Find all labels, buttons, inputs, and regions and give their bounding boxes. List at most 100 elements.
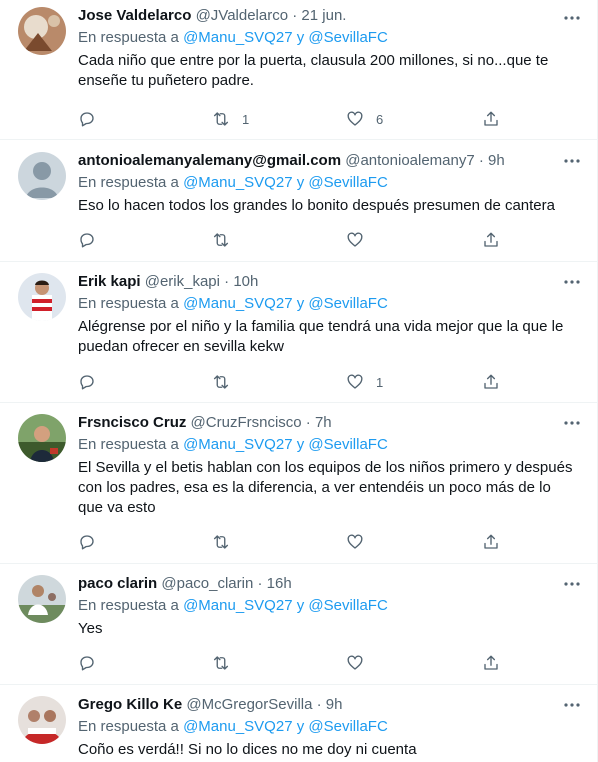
more-options-button[interactable]: [560, 6, 584, 30]
mention-link[interactable]: @SevillaFC: [308, 597, 387, 614]
author-handle[interactable]: @JValdelarco: [196, 7, 289, 24]
author-name[interactable]: Grego Killo Ke: [78, 696, 182, 713]
tweet-actions: [68, 229, 508, 251]
author-name[interactable]: Jose Valdelarco: [78, 7, 191, 24]
share-icon: [484, 111, 498, 126]
like-button[interactable]: [346, 531, 376, 553]
retweet-icon: [213, 233, 229, 247]
author-name[interactable]: Frsncisco Cruz: [78, 414, 186, 431]
separator-dot: ·: [257, 575, 263, 592]
tweet-time[interactable]: 9h: [326, 696, 343, 713]
mention-link[interactable]: @SevillaFC: [308, 295, 387, 312]
reply-context: En respuesta a @Manu_SVQ27 y @SevillaFC: [78, 435, 576, 455]
mention-link[interactable]: @Manu_SVQ27: [183, 597, 292, 614]
author-name[interactable]: Erik kapi: [78, 273, 141, 290]
author-name[interactable]: paco clarin: [78, 575, 157, 592]
avatar[interactable]: [18, 575, 66, 623]
avatar[interactable]: [18, 696, 66, 744]
mention-link[interactable]: @Manu_SVQ27: [183, 174, 292, 191]
reply-context: En respuesta a @Manu_SVQ27 y @SevillaFC: [78, 173, 576, 193]
share-button[interactable]: [482, 108, 500, 130]
tweet-content: Erik kapi @erik_kapi · 10h En respuesta …: [78, 272, 576, 357]
like-button[interactable]: [346, 229, 376, 251]
retweet-icon: [213, 535, 229, 549]
retweet-button[interactable]: [212, 371, 242, 393]
tweet[interactable]: Grego Killo Ke @McGregorSevilla · 9h En …: [0, 685, 597, 762]
retweet-count: 1: [242, 111, 250, 127]
mention-link[interactable]: @Manu_SVQ27: [183, 436, 292, 453]
mention-link[interactable]: @SevillaFC: [308, 174, 387, 191]
more-options-button[interactable]: [560, 270, 584, 294]
author-handle[interactable]: @McGregorSevilla: [186, 696, 312, 713]
reply-icon: [80, 233, 94, 248]
reply-context: En respuesta a @Manu_SVQ27 y @SevillaFC: [78, 28, 576, 48]
tweet[interactable]: antonioalemanyalemany@gmail.com @antonio…: [0, 141, 597, 262]
mention-link[interactable]: @SevillaFC: [308, 718, 387, 735]
tweet[interactable]: Erik kapi @erik_kapi · 10h En respuesta …: [0, 262, 597, 403]
retweet-button[interactable]: [212, 229, 242, 251]
share-icon: [484, 232, 498, 247]
retweet-icon: [213, 112, 229, 126]
reply-button[interactable]: [78, 371, 108, 393]
more-options-button[interactable]: [560, 149, 584, 173]
retweet-button[interactable]: [212, 531, 242, 553]
tweet-time[interactable]: 21 jun.: [301, 7, 346, 24]
more-options-button[interactable]: [560, 572, 584, 596]
share-button[interactable]: [482, 229, 500, 251]
mention-link[interactable]: @Manu_SVQ27: [183, 295, 292, 312]
photo-avatar-icon: [18, 696, 66, 744]
reply-icon: [80, 656, 94, 671]
tweet-text: Coño es verdá!! Si no lo dices no me doy…: [78, 741, 417, 758]
mention-conjunction: y: [296, 295, 305, 312]
reply-button[interactable]: [78, 229, 108, 251]
author-name[interactable]: antonioalemanyalemany@gmail.com: [78, 152, 341, 169]
separator-dot: ·: [224, 273, 230, 290]
heart-icon: [347, 374, 363, 389]
avatar[interactable]: [18, 7, 66, 55]
more-options-button[interactable]: [560, 693, 584, 717]
author-handle[interactable]: @paco_clarin: [161, 575, 253, 592]
mention-link[interactable]: @Manu_SVQ27: [183, 718, 292, 735]
retweet-button[interactable]: [212, 652, 242, 674]
tweet-time[interactable]: 10h: [233, 273, 258, 290]
reply-icon: [80, 535, 94, 550]
avatar[interactable]: [18, 152, 66, 200]
share-button[interactable]: [482, 531, 500, 553]
like-button[interactable]: [346, 652, 376, 674]
share-button[interactable]: [482, 371, 500, 393]
tweet-header: antonioalemanyalemany@gmail.com @antonio…: [78, 151, 576, 171]
reply-button[interactable]: [78, 652, 108, 674]
tweet-time[interactable]: 16h: [267, 575, 292, 592]
retweet-button[interactable]: 1: [212, 108, 249, 130]
reply-icon: [80, 112, 94, 127]
mention-link[interactable]: @SevillaFC: [308, 436, 387, 453]
more-options-button[interactable]: [560, 411, 584, 435]
avatar[interactable]: [18, 414, 66, 462]
reply-button[interactable]: [78, 531, 108, 553]
like-button[interactable]: 1: [346, 371, 383, 393]
tweet[interactable]: Frsncisco Cruz @CruzFrsncisco · 7h En re…: [0, 403, 597, 564]
author-handle[interactable]: @CruzFrsncisco: [191, 414, 302, 431]
default-avatar-icon: [18, 152, 66, 200]
share-button[interactable]: [482, 652, 500, 674]
reply-button[interactable]: [78, 108, 108, 130]
mention-link[interactable]: @Manu_SVQ27: [183, 29, 292, 46]
avatar[interactable]: [18, 273, 66, 321]
tweet-content: Grego Killo Ke @McGregorSevilla · 9h En …: [78, 695, 576, 760]
author-handle[interactable]: @antonioalemany7: [345, 152, 474, 169]
tweet-time[interactable]: 9h: [488, 152, 505, 169]
reply-prefix: En respuesta a: [78, 718, 179, 735]
tweet[interactable]: Jose Valdelarco @JValdelarco · 21 jun. E…: [0, 0, 597, 140]
author-handle[interactable]: @erik_kapi: [145, 273, 220, 290]
mention-conjunction: y: [296, 597, 305, 614]
reply-prefix: En respuesta a: [78, 597, 179, 614]
more-dots-icon: [564, 16, 580, 20]
tweet-text: Eso lo hacen todos los grandes lo bonito…: [78, 197, 555, 214]
tweet-time[interactable]: 7h: [315, 414, 332, 431]
mention-link[interactable]: @SevillaFC: [308, 29, 387, 46]
tweet[interactable]: paco clarin @paco_clarin · 16h En respue…: [0, 564, 597, 685]
more-dots-icon: [564, 159, 580, 163]
like-button[interactable]: 6: [346, 108, 383, 130]
like-count: 1: [376, 374, 384, 390]
reply-context: En respuesta a @Manu_SVQ27 y @SevillaFC: [78, 596, 576, 616]
